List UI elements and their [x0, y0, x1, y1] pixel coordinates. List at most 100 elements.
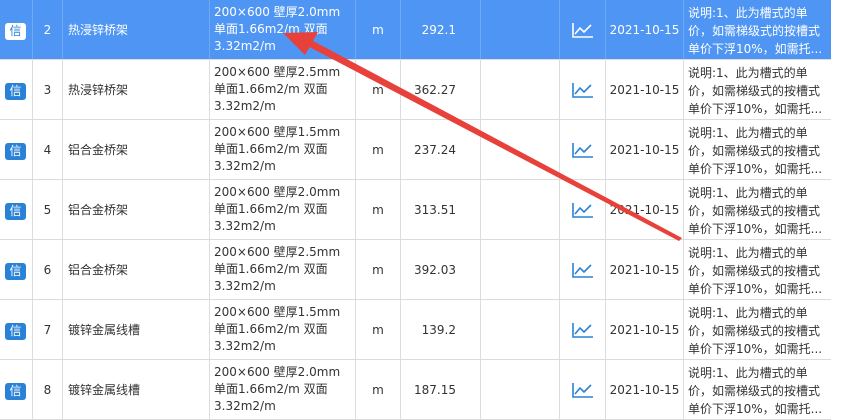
info-badge-icon[interactable]: 信 — [5, 23, 26, 40]
specification-text: 200×600 壁厚2.5mm 单面1.66m2/m 双面3.32m2/m — [214, 65, 341, 113]
table-row[interactable]: 信 6 铝合金桥架 200×600 壁厚2.5mm 单面1.66m2/m 双面3.32… — [0, 240, 831, 300]
date: 2021-10-15 — [606, 120, 684, 179]
info-badge-icon[interactable]: 信 — [5, 323, 26, 340]
specification-text: 200×600 壁厚2.0mm 单面1.66m2/m 双面3.32m2/m — [214, 185, 341, 233]
info-badge-icon[interactable]: 信 — [5, 203, 26, 220]
price: 292.1 — [401, 0, 481, 59]
material-name-text: 铝合金桥架 — [68, 143, 129, 157]
trend-chart-icon[interactable] — [571, 382, 594, 398]
badge-cell: 信 — [0, 360, 33, 419]
trend-chart-icon[interactable] — [571, 22, 594, 38]
trend-chart-icon[interactable] — [571, 202, 594, 218]
table-row[interactable]: 信 3 热浸锌桥架 200×600 壁厚2.5mm 单面1.66m2/m 双面3.32… — [0, 60, 831, 120]
row-number-text: 6 — [43, 262, 52, 277]
trend-chart-icon[interactable] — [571, 262, 594, 278]
date: 2021-10-15 — [606, 300, 684, 359]
unit: m — [356, 360, 401, 419]
trend-cell[interactable] — [560, 240, 606, 299]
empty-cell — [481, 360, 560, 419]
specification: 200×600 壁厚1.5mm 单面1.66m2/m 双面3.32m2/m — [210, 120, 356, 179]
specification: 200×600 壁厚2.0mm 单面1.66m2/m 双面3.32m2/m — [210, 0, 356, 59]
price-text: 362.27 — [414, 82, 456, 97]
date: 2021-10-15 — [606, 180, 684, 239]
price: 139.2 — [401, 300, 481, 359]
trend-cell[interactable] — [560, 300, 606, 359]
specification: 200×600 壁厚2.5mm 单面1.66m2/m 双面3.32m2/m — [210, 240, 356, 299]
specification-text: 200×600 壁厚1.5mm 单面1.66m2/m 双面3.32m2/m — [214, 125, 341, 173]
trend-cell[interactable] — [560, 180, 606, 239]
badge-cell: 信 — [0, 300, 33, 359]
material-name-text: 镀锌金属线槽 — [68, 383, 141, 397]
note-text: 说明:1、此为槽式的单价，如需梯级式的按槽式单价下浮10%，如需托... — [688, 6, 823, 56]
note-text: 说明:1、此为槽式的单价，如需梯级式的按槽式单价下浮10%，如需托... — [688, 66, 823, 116]
unit-text: m — [372, 22, 384, 37]
row-number: 3 — [33, 60, 63, 119]
trend-chart-icon[interactable] — [571, 322, 594, 338]
note: 说明:1、此为槽式的单价，如需梯级式的按槽式单价下浮10%，如需托... — [684, 120, 831, 179]
unit: m — [356, 0, 401, 59]
note: 说明:1、此为槽式的单价，如需梯级式的按槽式单价下浮10%，如需托... — [684, 60, 831, 119]
specification-text: 200×600 壁厚2.5mm 单面1.66m2/m 双面3.32m2/m — [214, 245, 341, 293]
note: 说明:1、此为槽式的单价，如需梯级式的按槽式单价下浮10%，如需托... — [684, 180, 831, 239]
table-row[interactable]: 信 2 热浸锌桥架 200×600 壁厚2.0mm 单面1.66m2/m 双面3.32… — [0, 0, 831, 60]
info-badge-icon[interactable]: 信 — [5, 263, 26, 280]
price-text: 292.1 — [421, 22, 456, 37]
info-badge-icon[interactable]: 信 — [5, 83, 26, 100]
empty-cell — [481, 240, 560, 299]
material-name: 镀锌金属线槽 — [63, 300, 210, 359]
unit-text: m — [372, 382, 384, 397]
table-row[interactable]: 信 4 铝合金桥架 200×600 壁厚1.5mm 单面1.66m2/m 双面3.32… — [0, 120, 831, 180]
unit: m — [356, 240, 401, 299]
row-number: 2 — [33, 0, 63, 59]
material-name-text: 铝合金桥架 — [68, 203, 129, 217]
table-row[interactable]: 信 8 镀锌金属线槽 200×600 壁厚2.0mm 单面1.66m2/m 双面3.3… — [0, 360, 831, 420]
unit-text: m — [372, 82, 384, 97]
empty-cell — [481, 300, 560, 359]
date-text: 2021-10-15 — [609, 202, 680, 217]
material-name: 铝合金桥架 — [63, 120, 210, 179]
row-number-text: 7 — [43, 322, 52, 337]
price-text: 187.15 — [414, 382, 456, 397]
material-name: 铝合金桥架 — [63, 240, 210, 299]
row-number: 7 — [33, 300, 63, 359]
info-badge-icon[interactable]: 信 — [5, 383, 26, 400]
specification: 200×600 壁厚2.0mm 单面1.66m2/m 双面3.32m2/m — [210, 360, 356, 419]
date-text: 2021-10-15 — [609, 142, 680, 157]
price-text: 237.24 — [414, 142, 456, 157]
trend-cell[interactable] — [560, 120, 606, 179]
trend-cell[interactable] — [560, 60, 606, 119]
scrollbar[interactable] — [846, 0, 865, 417]
material-name: 镀锌金属线槽 — [63, 360, 210, 419]
specification-text: 200×600 壁厚2.0mm 单面1.66m2/m 双面3.32m2/m — [214, 5, 341, 53]
material-name-text: 镀锌金属线槽 — [68, 323, 141, 337]
trend-chart-icon[interactable] — [571, 142, 594, 158]
trend-chart-icon[interactable] — [571, 82, 594, 98]
material-name-text: 热浸锌桥架 — [68, 83, 129, 97]
date: 2021-10-15 — [606, 60, 684, 119]
date: 2021-10-15 — [606, 240, 684, 299]
specification: 200×600 壁厚2.5mm 单面1.66m2/m 双面3.32m2/m — [210, 60, 356, 119]
trend-cell[interactable] — [560, 0, 606, 59]
table-row[interactable]: 信 7 镀锌金属线槽 200×600 壁厚1.5mm 单面1.66m2/m 双面3.3… — [0, 300, 831, 360]
info-badge-icon[interactable]: 信 — [5, 143, 26, 160]
note-text: 说明:1、此为槽式的单价，如需梯级式的按槽式单价下浮10%，如需托... — [688, 366, 823, 416]
row-number-text: 5 — [43, 202, 52, 217]
specification: 200×600 壁厚1.5mm 单面1.66m2/m 双面3.32m2/m — [210, 300, 356, 359]
price: 313.51 — [401, 180, 481, 239]
specification: 200×600 壁厚2.0mm 单面1.66m2/m 双面3.32m2/m — [210, 180, 356, 239]
trend-cell[interactable] — [560, 360, 606, 419]
badge-cell: 信 — [0, 180, 33, 239]
empty-cell — [481, 180, 560, 239]
material-name: 热浸锌桥架 — [63, 0, 210, 59]
empty-cell — [481, 60, 560, 119]
table-row[interactable]: 信 5 铝合金桥架 200×600 壁厚2.0mm 单面1.66m2/m 双面3.32… — [0, 180, 831, 240]
material-name-text: 铝合金桥架 — [68, 263, 129, 277]
note: 说明:1、此为槽式的单价，如需梯级式的按槽式单价下浮10%，如需托... — [684, 360, 831, 419]
price: 392.03 — [401, 240, 481, 299]
price-text: 139.2 — [421, 322, 456, 337]
row-number: 4 — [33, 120, 63, 179]
note: 说明:1、此为槽式的单价，如需梯级式的按槽式单价下浮10%，如需托... — [684, 0, 831, 59]
date-text: 2021-10-15 — [609, 322, 680, 337]
row-number-text: 8 — [43, 382, 52, 397]
badge-cell: 信 — [0, 60, 33, 119]
